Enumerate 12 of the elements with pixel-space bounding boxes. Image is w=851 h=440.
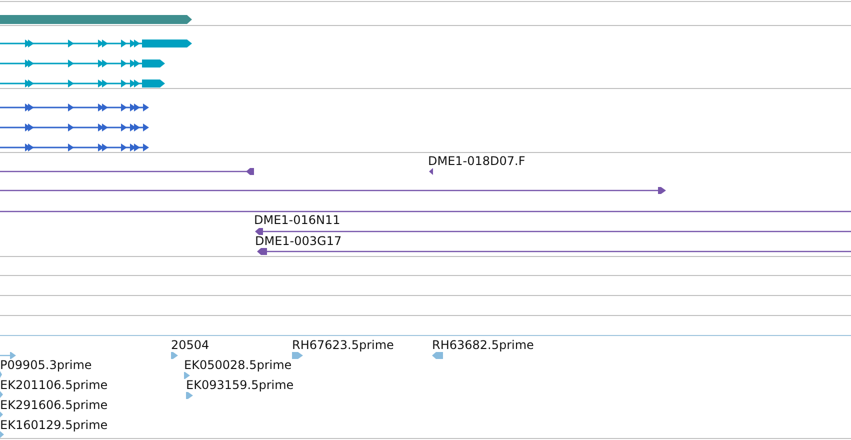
feature-label: P09905.3prime xyxy=(0,358,92,372)
feature-label: DME1-003G17 xyxy=(255,234,342,248)
feature-label: EK201106.5prime xyxy=(0,378,108,392)
feature-label: EK050028.5prime xyxy=(184,358,292,372)
feature-label: EK291606.5prime xyxy=(0,398,108,412)
feature-label: DME1-016N11 xyxy=(254,213,340,227)
feature-label: RH67623.5prime xyxy=(292,338,394,352)
feature-label: EK093159.5prime xyxy=(186,378,294,392)
feature-label: DME1-018D07.F xyxy=(428,154,526,168)
feature-label: RH63682.5prime xyxy=(432,338,534,352)
feature-label: 20504 xyxy=(171,338,210,352)
feature-label: EK160129.5prime xyxy=(0,418,108,432)
